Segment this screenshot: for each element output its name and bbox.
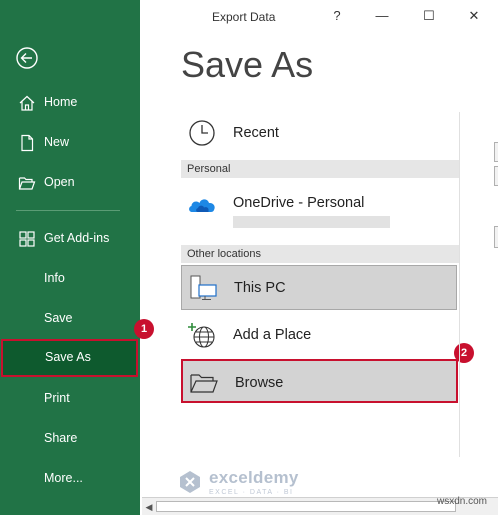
back-arrow-icon[interactable] <box>16 47 38 69</box>
location-label: Add a Place <box>233 327 312 343</box>
location-recent[interactable]: Recent <box>181 111 457 155</box>
this-pc-icon <box>190 275 217 300</box>
sidebar-item-print[interactable]: Print <box>0 380 140 418</box>
sidebar-item-label: More... <box>44 471 83 485</box>
location-browse[interactable]: Browse <box>181 359 458 403</box>
location-add-a-place[interactable]: Add a Place <box>181 313 457 357</box>
sidebar-item-get-add-ins[interactable]: Get Add-ins <box>0 220 140 258</box>
site-credit: wsxdn.com <box>437 496 488 507</box>
help-button[interactable]: ? <box>325 6 349 26</box>
watermark-tagline: EXCEL · DATA · BI <box>209 489 294 496</box>
step-badge-2: 2 <box>454 343 474 363</box>
page-title: Save As <box>181 44 314 85</box>
clipped-control <box>494 142 498 162</box>
scrollbar-thumb[interactable] <box>156 501 456 512</box>
sidebar-item-label: Info <box>44 271 65 285</box>
sidebar-item-info[interactable]: Info <box>0 260 140 298</box>
location-this-pc[interactable]: This PC <box>181 265 457 310</box>
location-label: Browse <box>235 375 284 391</box>
add-ins-grid-icon <box>19 231 35 247</box>
sidebar-item-label: New <box>44 135 70 149</box>
step-badge-1: 1 <box>134 319 154 339</box>
new-document-icon <box>21 134 34 152</box>
minimize-button[interactable]: — <box>370 6 394 26</box>
window-title: Export Data <box>212 10 276 24</box>
sidebar-item-label: Save As <box>45 350 91 364</box>
home-icon <box>19 95 35 111</box>
onedrive-account-redacted <box>233 216 390 228</box>
sidebar-item-share[interactable]: Share <box>0 420 140 458</box>
location-label: This PC <box>234 280 286 296</box>
globe-add-icon <box>188 323 215 348</box>
sidebar-item-home[interactable]: Home <box>0 84 140 122</box>
onedrive-cloud-icon <box>189 199 215 212</box>
sidebar-item-label: Open <box>44 175 75 189</box>
sidebar-item-save[interactable]: Save <box>0 300 140 338</box>
sidebar-item-new[interactable]: New <box>0 124 140 162</box>
section-header-other-locations: Other locations <box>181 245 459 263</box>
section-header-personal: Personal <box>181 160 459 178</box>
panel-divider <box>459 112 460 457</box>
restore-button[interactable]: ☐ <box>417 6 441 26</box>
close-button[interactable]: ✕ <box>462 6 486 26</box>
sidebar-item-save-as[interactable]: Save As <box>1 339 138 377</box>
sidebar-item-more[interactable]: More... <box>0 460 140 498</box>
sidebar-item-open[interactable]: Open <box>0 164 140 202</box>
location-label: Recent <box>233 125 279 141</box>
open-folder-icon <box>18 177 36 190</box>
location-label: OneDrive - Personal <box>233 195 365 211</box>
exceldemy-logo-icon <box>180 471 200 493</box>
clipped-control <box>494 226 498 248</box>
sidebar-item-label: Save <box>44 311 73 325</box>
sidebar-item-label: Share <box>44 431 78 445</box>
exceldemy-watermark: exceldemy EXCEL · DATA · BI <box>177 468 299 496</box>
clock-icon <box>189 120 215 146</box>
sidebar-item-label: Home <box>44 95 78 109</box>
sidebar-item-label: Print <box>44 391 70 405</box>
sidebar-divider <box>16 210 120 211</box>
sidebar-item-label: Get Add-ins <box>44 231 110 245</box>
backstage-sidebar: Home New Open Get Add-ins Info Save Save… <box>0 0 140 515</box>
folder-icon <box>190 374 218 393</box>
scroll-left-icon[interactable]: ◀ <box>144 501 154 513</box>
clipped-control <box>494 166 498 186</box>
watermark-name: exceldemy <box>209 468 299 487</box>
